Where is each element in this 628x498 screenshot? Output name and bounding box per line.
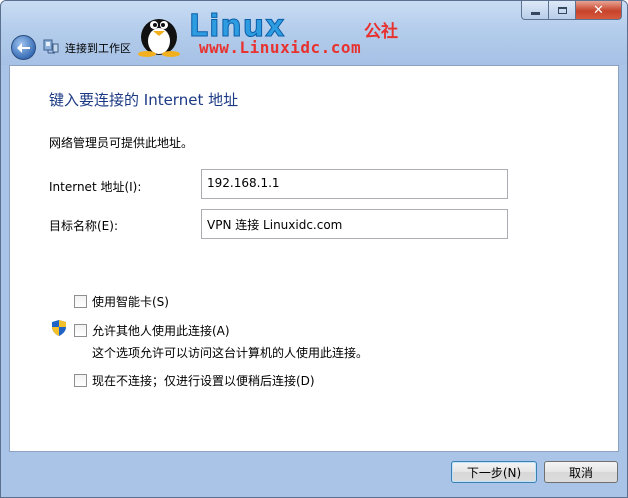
connect-later-checkbox[interactable] (74, 374, 87, 387)
allow-others-description: 这个选项允许可以访问这台计算机的人使用此连接。 (92, 346, 369, 360)
uac-shield-icon (52, 320, 66, 336)
smart-card-option[interactable]: 使用智能卡(S) (74, 293, 169, 310)
next-button[interactable]: 下一步(N) (451, 461, 537, 483)
window-title: 连接到工作区 (65, 42, 131, 55)
destination-label: 目标名称(E): (49, 219, 118, 233)
cancel-button[interactable]: 取消 (544, 461, 618, 483)
destination-input[interactable]: VPN 连接 Linuxidc.com (201, 209, 508, 239)
watermark-logo: Linux 公社 www.Linuxidc.com (129, 9, 429, 61)
intro-text: 网络管理员可提供此地址。 (49, 136, 194, 150)
close-icon: ✕ (593, 2, 604, 18)
page-heading: 键入要连接的 Internet 地址 (49, 91, 239, 109)
connect-later-label: 现在不连接；仅进行设置以便稍后连接(D) (92, 374, 315, 388)
minimize-icon (530, 11, 540, 15)
smart-card-checkbox[interactable] (74, 295, 87, 308)
watermark-url: www.Linuxidc.com (199, 38, 362, 57)
allow-others-label: 允许其他人使用此连接(A) (92, 324, 230, 338)
back-button[interactable] (11, 35, 36, 60)
maximize-icon (557, 6, 567, 14)
connect-later-option[interactable]: 现在不连接；仅进行设置以便稍后连接(D) (74, 372, 315, 389)
watermark-cn: 公社 (364, 22, 398, 42)
maximize-button[interactable] (549, 1, 576, 20)
address-label: Internet 地址(I): (49, 180, 142, 194)
wizard-content: 键入要连接的 Internet 地址 网络管理员可提供此地址。 Internet… (9, 65, 619, 452)
title-bar[interactable]: Linux 公社 www.Linuxidc.com ✕ 连接到工作区 (1, 1, 627, 65)
network-icon (43, 39, 59, 54)
penguin-logo-icon (138, 19, 180, 57)
back-arrow-icon (16, 42, 30, 53)
minimize-button[interactable] (521, 1, 549, 20)
dialog-window: Linux 公社 www.Linuxidc.com ✕ 连接到工作区 键入要连接… (0, 0, 628, 498)
close-button[interactable]: ✕ (576, 1, 622, 20)
caption-buttons: ✕ (521, 1, 622, 20)
address-input[interactable]: 192.168.1.1 (201, 169, 508, 199)
allow-others-option[interactable]: 允许其他人使用此连接(A) (74, 322, 230, 339)
allow-others-checkbox[interactable] (74, 324, 87, 337)
smart-card-label: 使用智能卡(S) (92, 295, 169, 309)
button-bar: 下一步(N) 取消 (1, 452, 627, 497)
